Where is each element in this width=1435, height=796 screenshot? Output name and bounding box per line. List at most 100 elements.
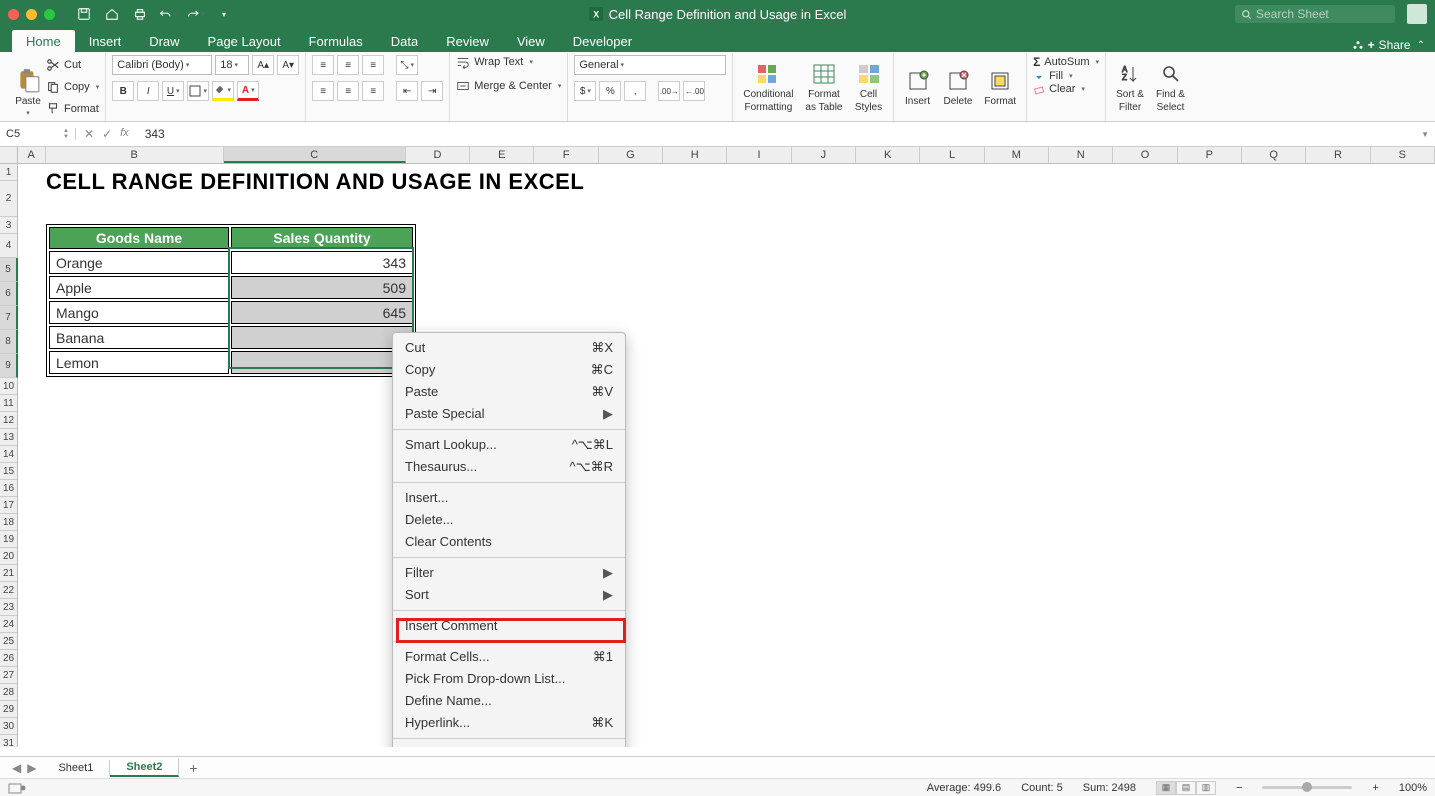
tab-insert[interactable]: Insert: [75, 30, 136, 52]
col-header-J[interactable]: J: [792, 147, 856, 163]
menu-thesaurus[interactable]: Thesaurus...^⌥⌘R: [393, 456, 625, 478]
close-window-icon[interactable]: [8, 9, 19, 20]
align-right-button[interactable]: ≡: [362, 81, 384, 101]
row-header-16[interactable]: 16: [0, 480, 18, 497]
menu-delete[interactable]: Delete...: [393, 509, 625, 531]
underline-button[interactable]: U: [162, 81, 184, 101]
menu-insert-comment[interactable]: Insert Comment: [393, 615, 625, 637]
qat-dropdown-icon[interactable]: ▾: [215, 5, 233, 23]
tab-review[interactable]: Review: [432, 30, 503, 52]
zoom-in-button[interactable]: +: [1372, 782, 1378, 794]
row-header-21[interactable]: 21: [0, 565, 18, 582]
cell-qty-0[interactable]: 343: [231, 251, 413, 274]
menu-smart-lookup[interactable]: Smart Lookup...^⌥⌘L: [393, 434, 625, 456]
row-header-3[interactable]: 3: [0, 217, 18, 234]
sheet-tab-1[interactable]: Sheet1: [42, 760, 110, 776]
user-account-icon[interactable]: [1407, 4, 1427, 24]
conditional-formatting-button[interactable]: ConditionalFormatting: [739, 59, 797, 115]
col-header-D[interactable]: D: [406, 147, 470, 163]
tab-draw[interactable]: Draw: [135, 30, 193, 52]
currency-button[interactable]: $: [574, 81, 596, 101]
merge-center-button[interactable]: Merge & Center: [456, 79, 561, 93]
insert-cells-button[interactable]: Insert: [900, 66, 936, 109]
row-header-13[interactable]: 13: [0, 429, 18, 446]
formula-expand-icon[interactable]: ▼: [1415, 130, 1435, 139]
menu-paste-special[interactable]: Paste Special▶: [393, 403, 625, 425]
decrease-decimal-button[interactable]: ←.00: [683, 81, 705, 101]
border-button[interactable]: [187, 81, 209, 101]
col-header-I[interactable]: I: [727, 147, 791, 163]
menu-copy[interactable]: Copy⌘C: [393, 359, 625, 381]
increase-font-button[interactable]: A▴: [252, 55, 274, 75]
bold-button[interactable]: B: [112, 81, 134, 101]
menu-format-cells[interactable]: Format Cells...⌘1: [393, 646, 625, 668]
col-header-S[interactable]: S: [1371, 147, 1435, 163]
cell-qty-3[interactable]: 8: [231, 326, 413, 349]
fill-button[interactable]: Fill: [1033, 70, 1099, 82]
row-header-10[interactable]: 10: [0, 378, 18, 395]
row-header-18[interactable]: 18: [0, 514, 18, 531]
autosum-button[interactable]: ΣAutoSum: [1033, 55, 1099, 69]
delete-cells-button[interactable]: Delete: [940, 66, 977, 109]
row-header-22[interactable]: 22: [0, 582, 18, 599]
cell-goods-3[interactable]: Banana: [49, 326, 229, 349]
sheet-tab-2[interactable]: Sheet2: [110, 759, 179, 777]
align-top-button[interactable]: ≡: [312, 55, 334, 75]
format-cells-button[interactable]: Format: [980, 66, 1020, 109]
align-center-button[interactable]: ≡: [337, 81, 359, 101]
minimize-window-icon[interactable]: [26, 9, 37, 20]
row-header-9[interactable]: 9: [0, 354, 18, 378]
copy-button[interactable]: Copy: [46, 80, 99, 94]
row-header-26[interactable]: 26: [0, 650, 18, 667]
cancel-formula-icon[interactable]: ✕: [84, 127, 94, 141]
percent-button[interactable]: %: [599, 81, 621, 101]
font-color-button[interactable]: A: [237, 81, 259, 101]
row-header-31[interactable]: 31: [0, 735, 18, 747]
orientation-button[interactable]: ⤡: [396, 55, 418, 75]
align-left-button[interactable]: ≡: [312, 81, 334, 101]
cell-styles-button[interactable]: CellStyles: [851, 59, 887, 115]
font-name-select[interactable]: Calibri (Body): [112, 55, 212, 75]
row-header-7[interactable]: 7: [0, 306, 18, 330]
cell-goods-0[interactable]: Orange: [49, 251, 229, 274]
row-header-23[interactable]: 23: [0, 599, 18, 616]
row-header-17[interactable]: 17: [0, 497, 18, 514]
fx-icon[interactable]: fx: [120, 127, 129, 141]
row-header-1[interactable]: 1: [0, 164, 18, 181]
align-middle-button[interactable]: ≡: [337, 55, 359, 75]
col-header-G[interactable]: G: [599, 147, 663, 163]
decrease-font-button[interactable]: A▾: [277, 55, 299, 75]
view-page-layout-button[interactable]: ▤: [1176, 781, 1196, 795]
add-sheet-button[interactable]: +: [179, 758, 207, 778]
row-header-27[interactable]: 27: [0, 667, 18, 684]
menu-pick-list[interactable]: Pick From Drop-down List...: [393, 668, 625, 690]
view-page-break-button[interactable]: ▥: [1196, 781, 1216, 795]
decrease-indent-button[interactable]: ⇤: [396, 81, 418, 101]
col-header-K[interactable]: K: [856, 147, 920, 163]
menu-clear-contents[interactable]: Clear Contents: [393, 531, 625, 553]
row-header-15[interactable]: 15: [0, 463, 18, 480]
italic-button[interactable]: I: [137, 81, 159, 101]
select-all-corner[interactable]: [0, 147, 18, 163]
zoom-slider[interactable]: [1262, 786, 1352, 789]
home-icon[interactable]: [103, 5, 121, 23]
redo-icon[interactable]: [187, 5, 205, 23]
row-header-30[interactable]: 30: [0, 718, 18, 735]
row-header-29[interactable]: 29: [0, 701, 18, 718]
row-header-8[interactable]: 8: [0, 330, 18, 354]
share-button[interactable]: + Share: [1352, 38, 1411, 52]
increase-indent-button[interactable]: ⇥: [421, 81, 443, 101]
cell-goods-2[interactable]: Mango: [49, 301, 229, 324]
col-header-M[interactable]: M: [985, 147, 1049, 163]
row-header-25[interactable]: 25: [0, 633, 18, 650]
col-header-Q[interactable]: Q: [1242, 147, 1306, 163]
number-format-select[interactable]: General: [574, 55, 726, 75]
comma-button[interactable]: ,: [624, 81, 646, 101]
col-header-H[interactable]: H: [663, 147, 727, 163]
undo-icon[interactable]: [159, 5, 177, 23]
clear-button[interactable]: Clear: [1033, 83, 1099, 95]
menu-insert[interactable]: Insert...: [393, 487, 625, 509]
col-header-L[interactable]: L: [920, 147, 984, 163]
increase-decimal-button[interactable]: .00→: [658, 81, 680, 101]
ribbon-collapse-icon[interactable]: ⌃: [1417, 40, 1425, 51]
